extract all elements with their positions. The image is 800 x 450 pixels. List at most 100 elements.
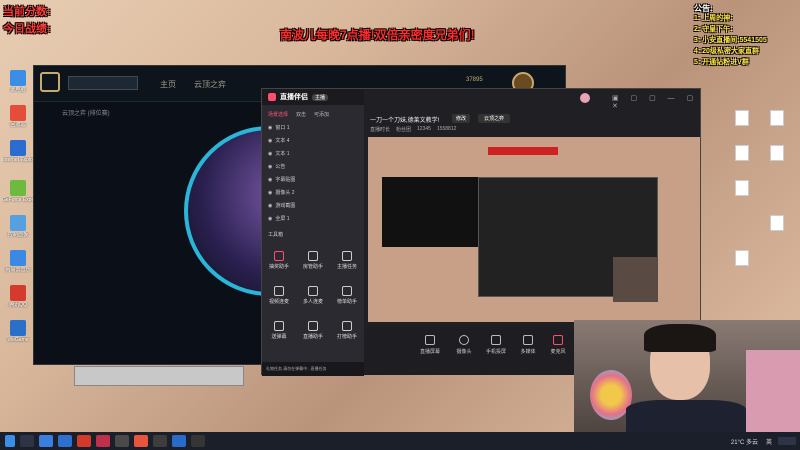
file-icon[interactable] — [770, 110, 784, 126]
people-icon — [308, 286, 318, 296]
app-icon[interactable] — [172, 435, 186, 447]
tool-lottery[interactable]: 抽奖助手 — [264, 251, 294, 270]
mode-subtitle: 云顶之弈 (排位赛) — [62, 111, 110, 117]
stream-stats: 直播时长 粉丝团 12345 1558812 — [370, 126, 457, 133]
task-icon — [342, 251, 352, 261]
tool-multi-link[interactable]: 多人连麦 — [298, 286, 328, 305]
desktop-icon[interactable]: WeGame — [2, 320, 34, 343]
file-icon[interactable] — [770, 145, 784, 161]
stream-preview[interactable] — [368, 137, 700, 322]
tool-admin[interactable]: 房管助手 — [298, 251, 328, 270]
source-item[interactable]: ◉ 字幕贴图 — [262, 173, 364, 186]
desktop-icon[interactable]: GeForce Experience — [2, 180, 34, 203]
tool-danmaku[interactable]: 送弹幕 — [264, 321, 294, 340]
today-label: 今日战绩: — [3, 23, 51, 35]
search-icon[interactable] — [20, 435, 34, 447]
poster-decoration — [746, 350, 800, 432]
file-icon[interactable] — [770, 215, 784, 231]
tool-rank[interactable]: 榜单助手 — [332, 286, 362, 305]
eye-icon: ◉ — [268, 150, 273, 157]
notice-item: 4: 20级私密大家直群 — [694, 48, 759, 55]
app-icon — [10, 250, 26, 266]
tool-helper[interactable]: 直播助手 — [298, 321, 328, 340]
stream-title[interactable]: 一刀一个刀妹,德莱文教学! — [370, 115, 439, 124]
camera-icon — [459, 335, 469, 345]
score-label: 当前分数: — [3, 6, 51, 18]
avatar[interactable] — [580, 93, 590, 103]
computer-icon — [10, 70, 26, 86]
nav-home[interactable]: 主页 — [160, 79, 176, 90]
monitor-icon — [425, 335, 435, 345]
start-icon[interactable] — [5, 435, 15, 447]
app-logo-icon — [268, 93, 276, 101]
game-logo-icon — [40, 72, 60, 92]
chat-box[interactable] — [74, 366, 244, 386]
phone-cast-button[interactable]: 手机投屏 — [482, 335, 510, 355]
eye-icon: ◉ — [268, 215, 273, 222]
desktop-icon[interactable]: 此电脑 — [2, 70, 34, 93]
microphone-button[interactable]: 麦克风 — [544, 335, 572, 355]
app-icon — [10, 105, 26, 121]
rank-icon — [342, 286, 352, 296]
edit-title-button[interactable]: 修改 — [452, 114, 471, 123]
control-panel-icon — [10, 215, 26, 231]
tab-double[interactable]: 双击 — [296, 111, 306, 118]
tool-boost[interactable]: 打榜助手 — [332, 321, 362, 340]
screen-capture-button[interactable]: 直播屏幕 — [416, 335, 444, 355]
source-item[interactable]: ◉ 全屏 1 — [262, 212, 364, 225]
input-language[interactable]: 英 — [766, 437, 772, 446]
category-select[interactable]: 云顶之弈 — [478, 114, 511, 123]
source-item[interactable]: ◉ 窗口 1 — [262, 121, 364, 134]
eye-icon: ◉ — [268, 189, 273, 196]
app-icon[interactable] — [77, 435, 91, 447]
source-item[interactable]: ◉ 文本 1 — [262, 147, 364, 160]
source-item[interactable]: ◉ 摄像头 2 — [262, 186, 364, 199]
tool-video-link[interactable]: 视频连麦 — [264, 286, 294, 305]
notice-item: 1: 上周的神: — [694, 15, 733, 22]
app-icon[interactable] — [58, 435, 72, 447]
source-item[interactable]: ◉ 游戏截图 — [262, 199, 364, 212]
file-icon[interactable] — [735, 180, 749, 196]
window-controls[interactable]: ▣ ▢ ▢ — ▢ ✕ — [612, 94, 700, 110]
app-title: 直播伴侣 — [280, 94, 308, 101]
desktop-icon[interactable]: Internet Explorer — [2, 140, 34, 163]
app-icon[interactable] — [39, 435, 53, 447]
phone-icon — [491, 335, 501, 345]
desktop-icon[interactable]: 网易云音乐 — [2, 250, 34, 273]
eye-icon: ◉ — [268, 124, 273, 131]
streamer-hair — [644, 324, 716, 352]
notice-item: 5: 开通钻粉进V群 — [694, 59, 749, 66]
source-item[interactable]: ◉ 公告 — [262, 160, 364, 173]
desktop-icon[interactable]: 回收站 — [2, 105, 34, 128]
streamer-shirt — [626, 400, 746, 432]
file-icon[interactable] — [735, 145, 749, 161]
desktop-icon[interactable]: 控制面板 — [2, 215, 34, 238]
geforce-icon — [10, 180, 26, 196]
multimedia-button[interactable]: 多媒体 — [514, 335, 542, 355]
app-icon[interactable] — [134, 435, 148, 447]
app-icon[interactable] — [115, 435, 129, 447]
file-icon[interactable] — [735, 110, 749, 126]
file-icon[interactable] — [735, 250, 749, 266]
media-icon — [523, 335, 533, 345]
tool-task[interactable]: 主播任务 — [332, 251, 362, 270]
video-icon — [274, 286, 284, 296]
source-item[interactable]: ◉ 文本 4 — [262, 134, 364, 147]
role-badge: 主播 — [312, 93, 329, 101]
app-icon[interactable] — [153, 435, 167, 447]
clock[interactable] — [778, 437, 796, 445]
play-button[interactable] — [68, 76, 138, 90]
tab-add[interactable]: 可添加 — [314, 111, 329, 118]
preview-camera — [613, 257, 658, 302]
eye-icon: ◉ — [268, 202, 273, 209]
scene-panel: 直播伴侣 主播 场景选择 双击 可添加 ◉ 窗口 1 ◉ 文本 4 ◉ 文本 1 ◉ 公… — [262, 89, 364, 376]
danmaku-icon — [274, 321, 284, 331]
announcement-banner: 南波儿每晚7点播!双倍亲密度兄弟们! — [280, 28, 475, 42]
nav-tft[interactable]: 云顶之弈 — [194, 79, 226, 90]
tab-scene[interactable]: 场景选择 — [268, 111, 288, 118]
app-icon[interactable] — [96, 435, 110, 447]
camera-button[interactable]: 摄像头 — [450, 335, 478, 355]
weather[interactable]: 21°C 多云 — [731, 437, 758, 446]
desktop-icon[interactable]: 腾讯QQ — [2, 285, 34, 308]
app-icon[interactable] — [191, 435, 205, 447]
